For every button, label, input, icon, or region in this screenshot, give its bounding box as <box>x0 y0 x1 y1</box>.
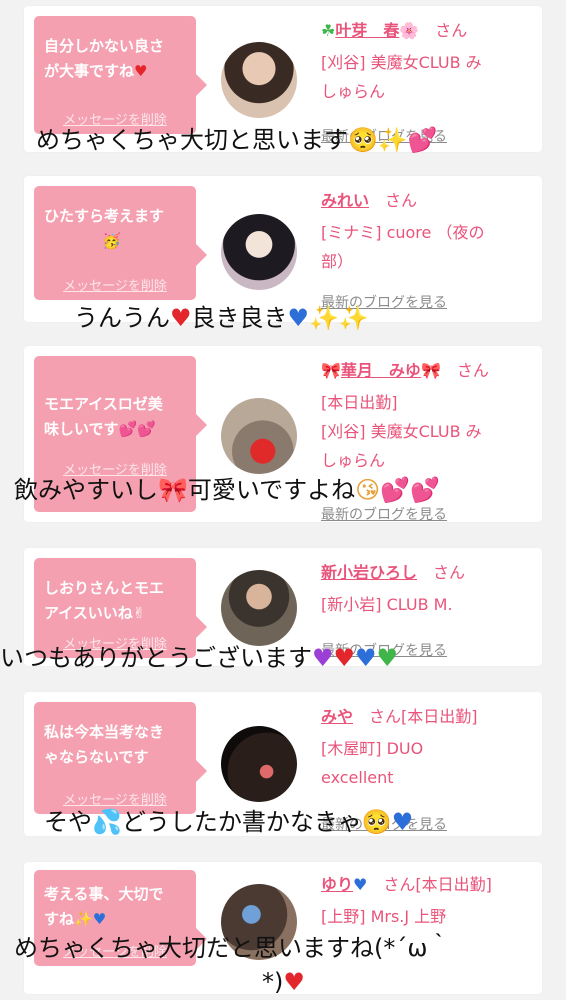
avatar[interactable] <box>221 398 297 474</box>
heart-icon: ♥ <box>170 304 192 332</box>
user-name-link[interactable]: 新小岩ひろし <box>321 563 417 582</box>
message-text: ひたすら考えます 🥳 <box>44 207 165 250</box>
ribbon-icon: 🎀 <box>420 361 441 380</box>
message-text: 考える事、大切で すね✨♥ <box>44 885 164 928</box>
shop-line-2: しゅらん <box>321 82 386 101</box>
flower-icon: 🌸 <box>399 21 420 40</box>
blue-heart-icon: ♥ <box>355 644 377 672</box>
heart-icon: ♥ <box>333 644 356 672</box>
message-bubble: ひたすら考えます 🥳 メッセージを削除 <box>34 186 207 300</box>
sparkles-icon: ✨ <box>377 126 408 154</box>
message-text: モエアイスロゼ美 味しいです💕💕 <box>44 395 163 438</box>
purple-heart-icon: ♥ <box>312 644 334 672</box>
user-name-link[interactable]: 叶芽 春 <box>335 21 399 40</box>
message-text: しおりさんとモエ アイスいいね✌ <box>44 579 165 622</box>
avatar[interactable] <box>221 726 297 802</box>
user-info: ☘叶芽 春🌸 さん [刈谷] 美魔女CLUB み しゅらん 最新のブログを見る <box>321 18 534 145</box>
overlay-comment: いつもありがとうございます♥♥♥♥ <box>0 644 399 672</box>
user-name-link[interactable]: 華月 みゆ <box>341 361 421 380</box>
overlay-comment-line2: *)♥ <box>262 968 305 996</box>
overlay-comment: うんうん♥良き良き♥✨✨ <box>74 304 369 332</box>
blue-heart-icon: ♥ <box>391 808 414 836</box>
shop-line-1: [刈谷] 美魔女CLUB み <box>321 53 482 72</box>
avatar[interactable] <box>221 42 297 118</box>
overlay-comment: 飲みやすいし🎀可愛いですよね😘💕💕 <box>14 476 440 504</box>
message-text: 自分しかない良さ が大事ですね♥ <box>44 37 165 80</box>
user-info: 🎀華月 みゆ🎀 さん [本日出勤] [刈谷] 美魔女CLUB み しゅらん 最新の… <box>321 358 534 523</box>
user-info: みや さん[本日出勤] [木屋町] DUO excellent 最新のブログを見る <box>321 704 534 833</box>
green-heart-icon: ♥ <box>376 644 399 672</box>
overlay-comment: めちゃくちゃ大切と思います🥺✨💕 <box>36 126 438 154</box>
overlay-comment: そや💦どうしたか書かなきゃ🥺♥ <box>44 808 414 836</box>
status-line: [本日出勤] <box>321 393 398 412</box>
delete-message-link[interactable]: メッセージを削除 <box>34 275 196 294</box>
status-text: [本日出勤] <box>401 707 478 726</box>
heart-icon: ♥ <box>134 62 148 80</box>
two-hearts-icon: 💕💕 <box>118 420 156 438</box>
sparkles-icon: ✨ <box>74 910 93 928</box>
avatar[interactable] <box>221 570 297 646</box>
shop-line-2: しゅらん <box>321 451 386 470</box>
user-info: ゆり♥ さん[本日出勤] [上野] Mrs.J 上野 <box>321 872 534 931</box>
shop-line-1: [新小岩] CLUB M. <box>321 595 453 614</box>
shop-line-2: 部） <box>321 252 354 271</box>
sparkles-icon: ✨✨ <box>309 304 369 332</box>
message-bubble: 私は今本当考なき ゃならないです メッセージを削除 <box>34 702 207 814</box>
blue-heart-icon: ♥ <box>353 875 368 894</box>
heart-icon: ♥ <box>283 968 305 996</box>
shop-line-2: excellent <box>321 768 394 787</box>
pleading-face-icon: 🥺 <box>348 126 378 154</box>
shop-line-1: [刈谷] 美魔女CLUB み <box>321 422 482 441</box>
user-info: みれい さん [ミナミ] cuore （夜の 部） 最新のブログを見る <box>321 188 534 311</box>
user-info: 新小岩ひろし さん [新小岩] CLUB M. 最新のブログを見る <box>321 560 534 659</box>
two-hearts-icon: 💕 <box>407 126 438 154</box>
user-name-link[interactable]: みれい <box>321 191 369 210</box>
user-name-link[interactable]: みや <box>321 707 353 726</box>
sweat-droplets-icon: 💦 <box>92 808 122 836</box>
message-card: ひたすら考えます 🥳 メッセージを削除 みれい さん [ミナミ] cuore （夜の… <box>24 176 542 322</box>
pleading-face-icon: 🥺 <box>361 808 392 836</box>
blue-heart-icon: ♥ <box>287 304 310 332</box>
ribbon-icon: 🎀 <box>321 361 341 380</box>
message-text: 私は今本当考なき ゃならないです <box>44 723 165 766</box>
latest-blog-link[interactable]: 最新のブログを見る <box>321 504 447 524</box>
ribbon-icon: 🎀 <box>158 476 188 504</box>
party-face-icon: 🥳 <box>102 232 121 250</box>
clover-icon: ☘ <box>321 21 336 40</box>
shop-line-1: [木屋町] DUO <box>321 739 424 758</box>
shop-line-1: [ミナミ] cuore （夜の <box>321 223 485 242</box>
blue-heart-icon: ♥ <box>92 910 107 928</box>
avatar[interactable] <box>221 214 297 290</box>
kiss-face-icon: 😘 <box>355 476 381 504</box>
user-name-link[interactable]: ゆり <box>321 875 353 894</box>
shop-line-1: [上野] Mrs.J 上野 <box>321 907 447 926</box>
two-hearts-icon: 💕💕 <box>380 476 440 504</box>
message-bubble: 自分しかない良さ が大事ですね♥ メッセージを削除 <box>34 16 207 134</box>
status-text: [本日出勤] <box>415 875 492 894</box>
overlay-comment: めちゃくちゃ大切だと思いますね(*´ω｀ <box>14 934 452 962</box>
